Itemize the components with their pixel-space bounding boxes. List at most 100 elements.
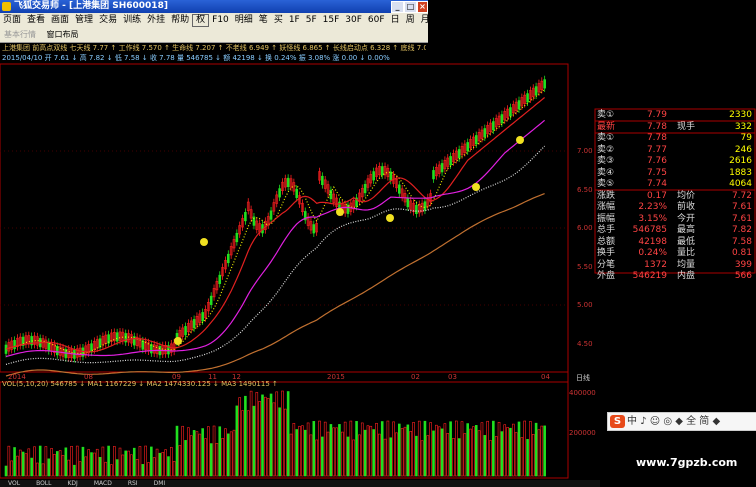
volume-bar (170, 446, 173, 477)
volume-bar (397, 423, 401, 477)
indicator-tab[interactable]: BOLL (28, 480, 59, 487)
menu-item[interactable]: 日 (388, 13, 403, 27)
ohlc-readout: 2015/04/10 开 7.61 ↓ 高 7.82 ↓ 低 7.58 ↓ 收 … (2, 54, 390, 62)
volume-bar (16, 455, 19, 477)
menu-item[interactable]: 30F (342, 13, 365, 27)
menu-item[interactable]: 笔 (256, 13, 271, 27)
x-tick: 02 (411, 373, 420, 381)
volume-bar (301, 425, 304, 477)
volume-bar (543, 425, 546, 477)
menu-item[interactable]: 外挂 (144, 13, 168, 27)
volume-bar (514, 432, 518, 477)
volume-bar (409, 431, 413, 477)
menu-item[interactable]: 60F (365, 13, 388, 27)
volume-bar (506, 427, 509, 477)
toolbar-basic-quotes[interactable]: 基本行情 (0, 27, 40, 42)
volume-bar (517, 421, 521, 477)
volume-bar (395, 432, 398, 477)
volume-bar (198, 433, 202, 477)
candle-body (218, 274, 222, 284)
menu-item[interactable]: 周 (403, 13, 418, 27)
indicator-tab[interactable]: KDJ (60, 480, 86, 487)
close-button[interactable]: × (417, 1, 428, 13)
volume-bar (18, 449, 22, 477)
volume-bar (412, 422, 415, 477)
menu-item[interactable]: 交易 (96, 13, 120, 27)
volume-bar (494, 436, 498, 477)
menu-item[interactable]: 页面 (0, 13, 24, 27)
volume-bar (303, 429, 307, 477)
volume-bar (150, 446, 153, 477)
volume-bar (432, 430, 435, 477)
candle-body (312, 224, 316, 234)
latest-row: 最新 7.78 现手 332 (597, 121, 752, 132)
volume-bar (33, 446, 36, 477)
stat-row: 外盘 546219 内盘 566 (597, 271, 752, 281)
volume-bar (403, 426, 407, 477)
indicator-tab[interactable]: RSI (120, 480, 146, 487)
volume-bar (78, 461, 82, 477)
volume-bar (215, 442, 219, 477)
x-tick: 2015 (327, 373, 345, 381)
volume-bar (30, 457, 33, 477)
volume-bar (101, 446, 105, 477)
volume-bar (420, 440, 424, 477)
menu-item[interactable]: 管理 (72, 13, 96, 27)
maximize-button[interactable]: □ (404, 1, 417, 13)
toolbar: 基本行情 窗口布局 (0, 27, 428, 43)
menu-item[interactable]: 训练 (120, 13, 144, 27)
volume-bar (158, 452, 162, 477)
volume-bar (261, 394, 264, 477)
volume-bar (386, 420, 390, 477)
indicator-tab[interactable]: MACD (86, 480, 120, 487)
smiley-icon (336, 208, 344, 216)
volume-bar (73, 464, 76, 477)
volume-bar (10, 460, 13, 477)
volume-bar (44, 446, 48, 477)
ime-toolbar[interactable]: S中 ♪ ☺ ◎ ◆ 全 简 ◆ (607, 412, 756, 431)
volume-bar (349, 420, 353, 477)
volume-bar (372, 429, 375, 477)
menu-item[interactable]: 明细 (232, 13, 256, 27)
volume-legend: VOL(5,10,20) 546785 ↓ MA1 1167229 ↓ MA2 … (2, 380, 278, 388)
smiley-icon (174, 337, 182, 345)
menu-item[interactable]: 15F (320, 13, 343, 27)
volume-bar (61, 455, 65, 477)
volume-bar (132, 447, 136, 477)
menu-item[interactable]: 查看 (24, 13, 48, 27)
menu-item[interactable]: 月 (418, 13, 428, 27)
menu-item[interactable]: 帮助 (168, 13, 192, 27)
menu-item[interactable]: 1F (286, 13, 303, 27)
menu-item[interactable]: 买 (271, 13, 286, 27)
candle-body (380, 166, 384, 176)
volume-bar (36, 462, 39, 477)
menu-item[interactable]: F10 (209, 13, 232, 27)
volume-bar (187, 427, 190, 477)
volume-bar (147, 462, 150, 477)
volume-bar (266, 398, 270, 477)
menu-item[interactable]: 画面 (48, 13, 72, 27)
candle-body (440, 163, 444, 173)
volume-bar (141, 464, 145, 477)
volume-bar (195, 431, 199, 477)
volume-bar (335, 427, 338, 477)
volume-bar (138, 446, 142, 477)
candle-body (150, 344, 153, 354)
menu-item[interactable]: 5F (303, 13, 320, 27)
toolbar-window-layout[interactable]: 窗口布局 (43, 27, 83, 42)
menu-item[interactable]: 权 (192, 14, 210, 27)
indicator-tab[interactable]: VOL (0, 480, 28, 487)
candle-body (321, 175, 324, 186)
candle-body (423, 201, 427, 211)
volume-bar (258, 401, 261, 477)
candle-body (389, 171, 393, 181)
indicator-tab[interactable]: DMI (146, 480, 174, 487)
candle-body (372, 171, 375, 181)
volume-bar (389, 437, 393, 477)
minimize-button[interactable]: _ (391, 1, 404, 13)
stat-row: 分笔 1372 均量 399 (597, 259, 752, 270)
volume-bar (104, 461, 108, 477)
volume-bar (192, 430, 196, 477)
volume-bar (355, 421, 358, 477)
candle-body (526, 93, 529, 103)
